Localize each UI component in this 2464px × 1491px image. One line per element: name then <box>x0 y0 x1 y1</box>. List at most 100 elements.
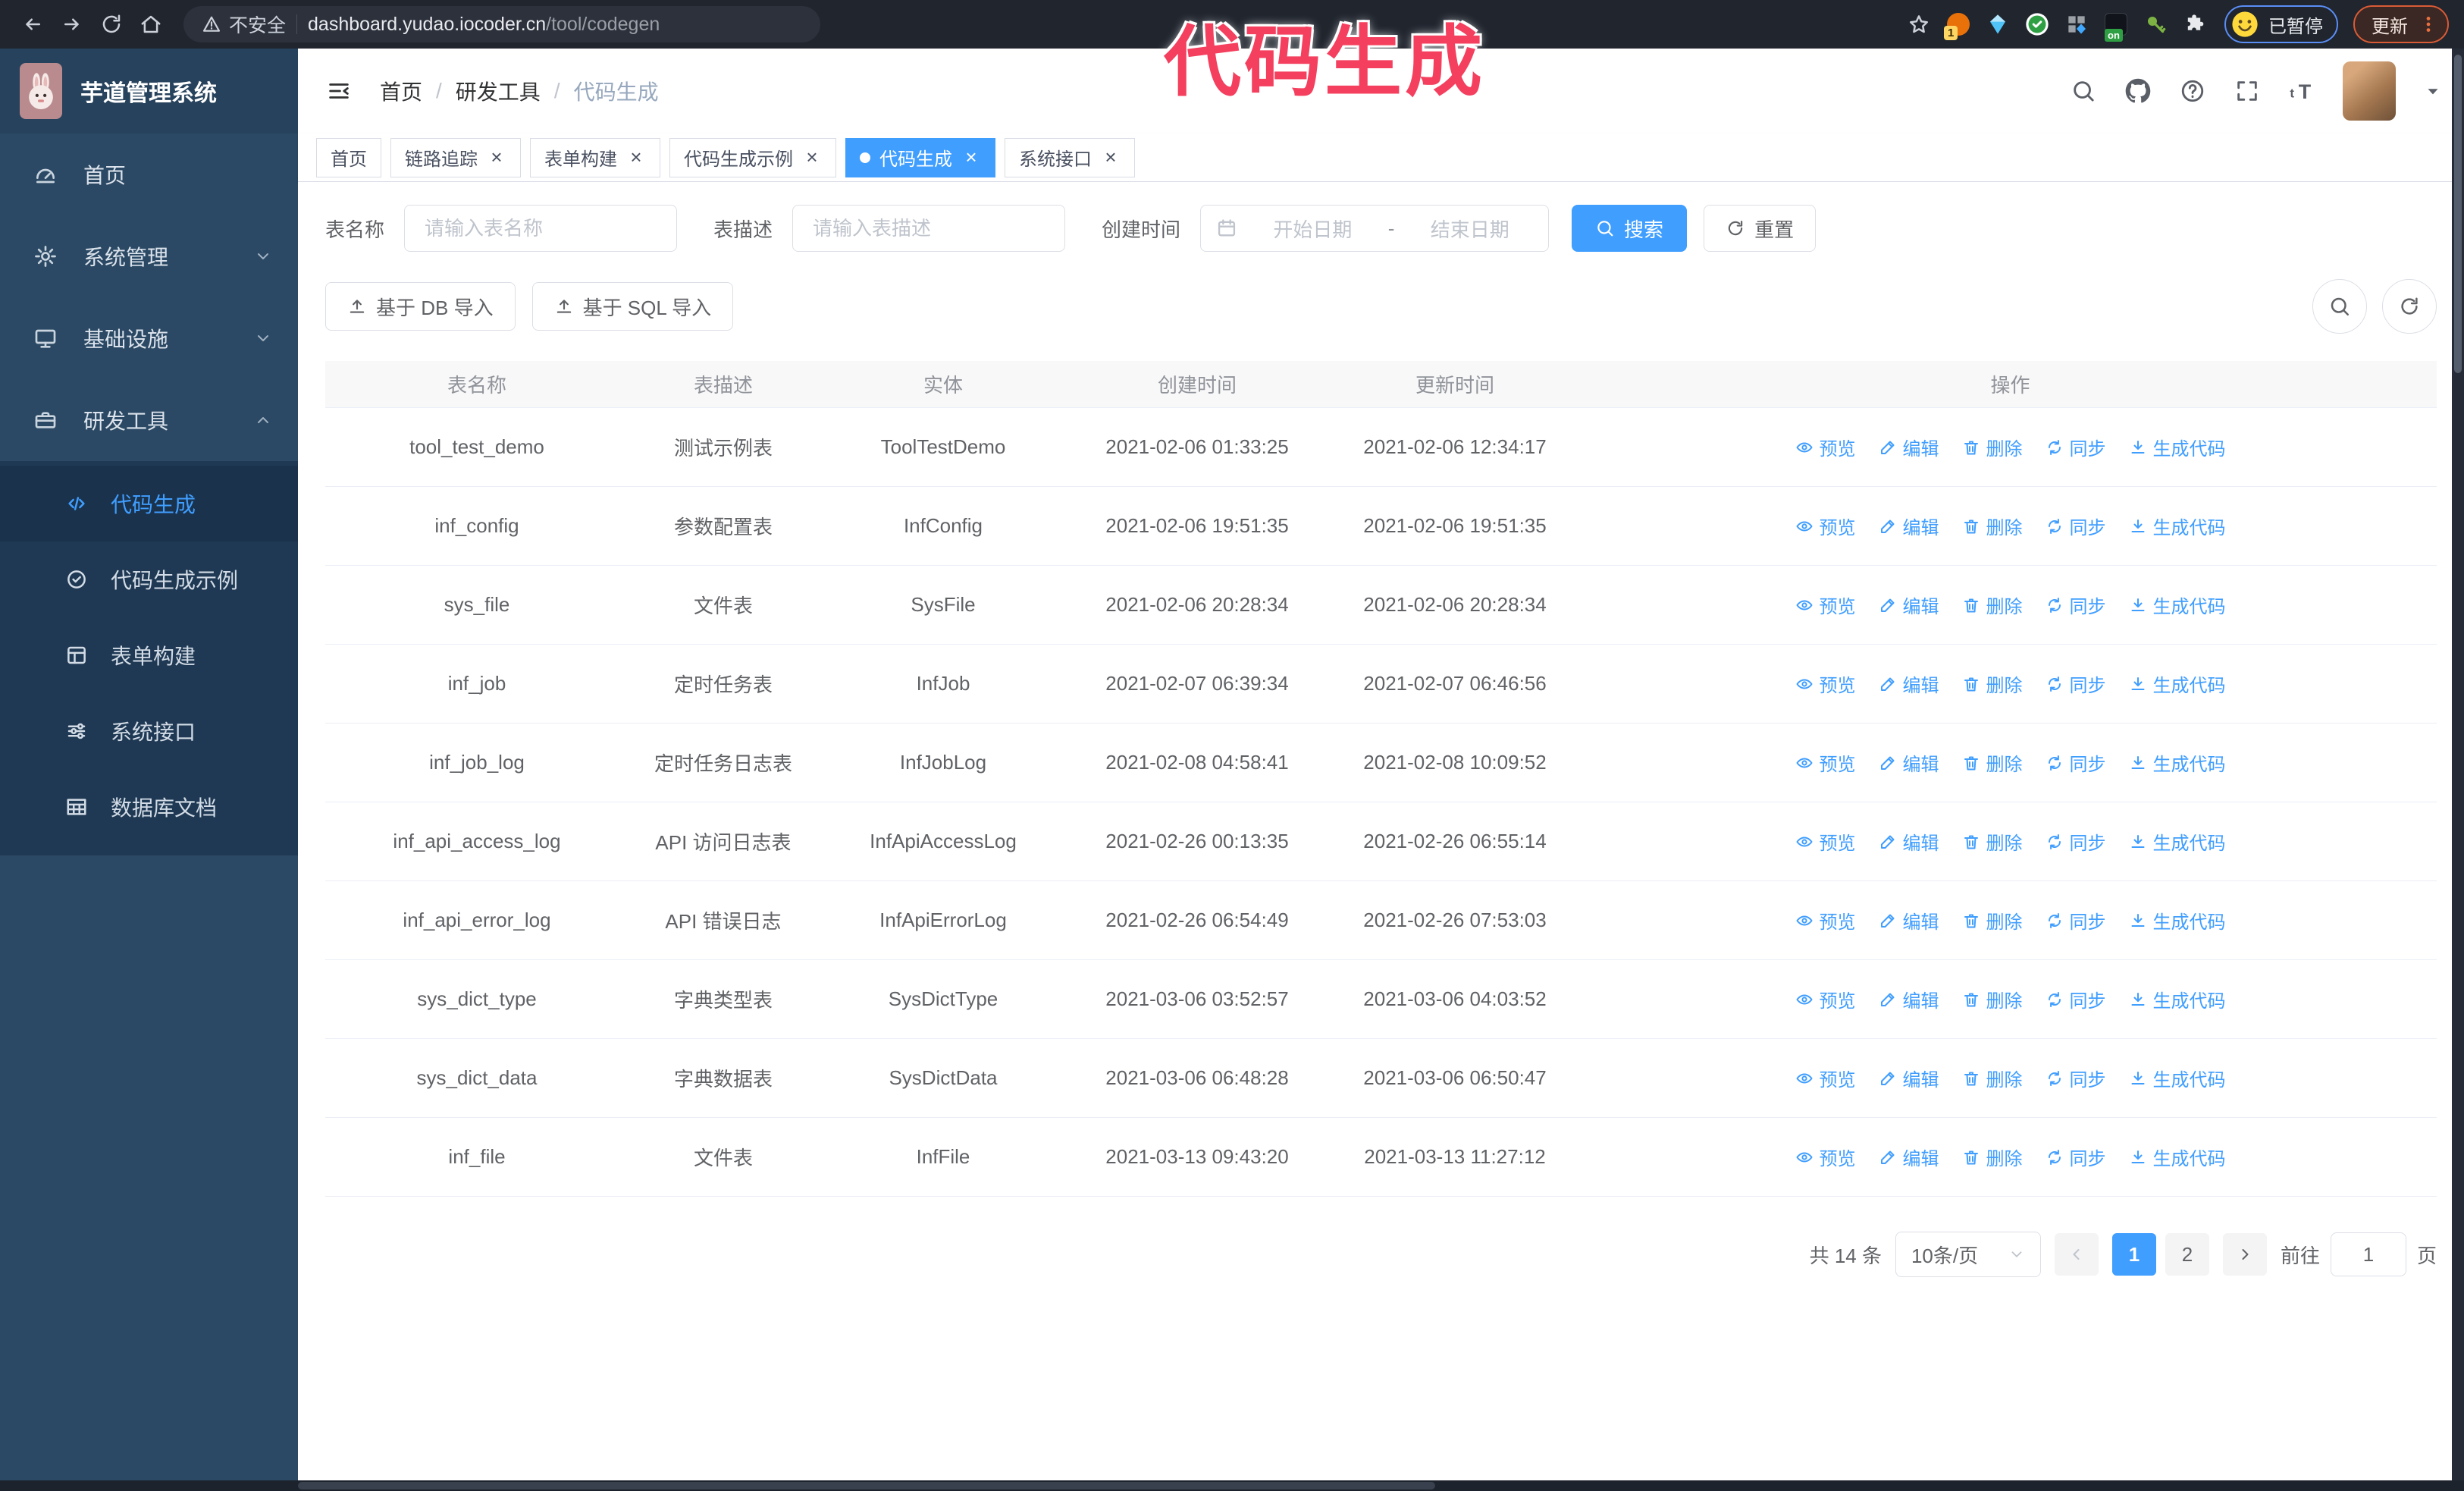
breadcrumb-item[interactable]: 研发工具 <box>456 76 541 106</box>
reload-icon[interactable] <box>94 7 129 42</box>
sidebar-subitem-4[interactable]: 数据库文档 <box>0 769 298 845</box>
breadcrumb-item[interactable]: 首页 <box>380 76 422 106</box>
extension-grid-icon[interactable] <box>2059 7 2094 42</box>
action-delete[interactable]: 删除 <box>1962 828 2023 855</box>
extension-dark-icon[interactable]: on <box>2099 7 2133 42</box>
page-size-select[interactable]: 10条/页 <box>1895 1232 2041 1277</box>
import-db-button[interactable]: 基于 DB 导入 <box>325 282 516 331</box>
horizontal-scrollbar[interactable] <box>0 1480 2464 1491</box>
action-eye[interactable]: 预览 <box>1795 670 1856 697</box>
action-download[interactable]: 生成代码 <box>2129 907 2226 934</box>
extension-orange-icon[interactable]: 1 <box>1941 7 1976 42</box>
action-sync[interactable]: 同步 <box>2045 907 2106 934</box>
sidebar-item-2[interactable]: 基础设施 <box>0 297 298 379</box>
action-download[interactable]: 生成代码 <box>2129 986 2226 1012</box>
action-download[interactable]: 生成代码 <box>2129 749 2226 776</box>
action-eye[interactable]: 预览 <box>1795 907 1856 934</box>
action-eye[interactable]: 预览 <box>1795 986 1856 1012</box>
action-edit[interactable]: 编辑 <box>1879 592 1939 618</box>
reset-button[interactable]: 重置 <box>1704 205 1817 252</box>
user-avatar[interactable] <box>2343 61 2396 121</box>
bookmark-star-icon[interactable] <box>1901 7 1936 42</box>
tab-1[interactable]: 链路追踪 × <box>390 137 521 177</box>
tab-0[interactable]: 首页 <box>316 137 381 177</box>
extensions-puzzle-icon[interactable] <box>2177 7 2212 42</box>
action-download[interactable]: 生成代码 <box>2129 1144 2226 1170</box>
vertical-scrollbar[interactable] <box>2452 49 2464 1480</box>
home-icon[interactable] <box>133 7 168 42</box>
tab-5[interactable]: 系统接口 × <box>1005 137 1135 177</box>
sidebar-item-3[interactable]: 研发工具 <box>0 379 298 461</box>
action-delete[interactable]: 删除 <box>1962 986 2023 1012</box>
tab-close-icon[interactable]: × <box>802 147 822 168</box>
action-edit[interactable]: 编辑 <box>1879 1065 1939 1091</box>
action-edit[interactable]: 编辑 <box>1879 828 1939 855</box>
sidebar-subitem-3[interactable]: 系统接口 <box>0 693 298 769</box>
page-button-1[interactable]: 1 <box>2111 1233 2156 1276</box>
goto-page-input[interactable] <box>2330 1232 2406 1276</box>
action-download[interactable]: 生成代码 <box>2129 434 2226 460</box>
action-edit[interactable]: 编辑 <box>1879 907 1939 934</box>
action-sync[interactable]: 同步 <box>2045 749 2106 776</box>
extension-gem-icon[interactable] <box>1980 7 2015 42</box>
action-download[interactable]: 生成代码 <box>2129 592 2226 618</box>
action-eye[interactable]: 预览 <box>1795 513 1856 539</box>
tab-2[interactable]: 表单构建 × <box>530 137 660 177</box>
action-delete[interactable]: 删除 <box>1962 513 2023 539</box>
action-sync[interactable]: 同步 <box>2045 1065 2106 1091</box>
action-eye[interactable]: 预览 <box>1795 749 1856 776</box>
action-delete[interactable]: 删除 <box>1962 1065 2023 1091</box>
action-sync[interactable]: 同步 <box>2045 592 2106 618</box>
tab-3[interactable]: 代码生成示例 × <box>669 137 836 177</box>
tab-close-icon[interactable]: × <box>1101 147 1121 168</box>
action-delete[interactable]: 删除 <box>1962 1144 2023 1170</box>
page-button-2[interactable]: 2 <box>2165 1233 2209 1276</box>
search-button[interactable]: 搜索 <box>1572 205 1688 252</box>
action-eye[interactable]: 预览 <box>1795 434 1856 460</box>
sidebar-item-1[interactable]: 系统管理 <box>0 215 298 297</box>
action-delete[interactable]: 删除 <box>1962 670 2023 697</box>
toggle-search-button[interactable] <box>2312 279 2367 334</box>
action-download[interactable]: 生成代码 <box>2129 513 2226 539</box>
github-icon[interactable] <box>2124 77 2152 105</box>
action-download[interactable]: 生成代码 <box>2129 828 2226 855</box>
action-edit[interactable]: 编辑 <box>1879 434 1939 460</box>
header-search-icon[interactable] <box>2070 77 2097 105</box>
browser-profile-chip[interactable]: 已暂停 <box>2224 5 2338 43</box>
prev-page-button[interactable] <box>2054 1233 2099 1276</box>
back-icon[interactable] <box>15 7 50 42</box>
extension-green-check-icon[interactable] <box>2020 7 2055 42</box>
action-sync[interactable]: 同步 <box>2045 1144 2106 1170</box>
refresh-table-button[interactable] <box>2382 279 2437 334</box>
action-edit[interactable]: 编辑 <box>1879 670 1939 697</box>
avatar-caret-down-icon[interactable] <box>2423 81 2443 101</box>
date-range-picker[interactable]: 开始日期 - 结束日期 <box>1200 205 1550 252</box>
action-eye[interactable]: 预览 <box>1795 1065 1856 1091</box>
table-desc-input[interactable] <box>792 205 1066 252</box>
font-size-icon[interactable]: tT <box>2288 77 2315 105</box>
action-download[interactable]: 生成代码 <box>2129 670 2226 697</box>
action-edit[interactable]: 编辑 <box>1879 749 1939 776</box>
sidebar-subitem-0[interactable]: 代码生成 <box>0 466 298 541</box>
action-delete[interactable]: 删除 <box>1962 749 2023 776</box>
action-delete[interactable]: 删除 <box>1962 592 2023 618</box>
action-delete[interactable]: 删除 <box>1962 434 2023 460</box>
action-sync[interactable]: 同步 <box>2045 513 2106 539</box>
scrollbar-thumb[interactable] <box>298 1482 1435 1489</box>
sidebar-subitem-2[interactable]: 表单构建 <box>0 617 298 693</box>
import-sql-button[interactable]: 基于 SQL 导入 <box>531 282 734 331</box>
sidebar-item-0[interactable]: 首页 <box>0 133 298 215</box>
sidebar-subitem-1[interactable]: 代码生成示例 <box>0 541 298 617</box>
action-eye[interactable]: 预览 <box>1795 592 1856 618</box>
help-icon[interactable] <box>2179 77 2206 105</box>
action-edit[interactable]: 编辑 <box>1879 513 1939 539</box>
action-eye[interactable]: 预览 <box>1795 828 1856 855</box>
action-sync[interactable]: 同步 <box>2045 434 2106 460</box>
action-download[interactable]: 生成代码 <box>2129 1065 2226 1091</box>
tab-4[interactable]: 代码生成 × <box>845 137 995 177</box>
extension-key-icon[interactable] <box>2138 7 2173 42</box>
forward-icon[interactable] <box>55 7 89 42</box>
tab-close-icon[interactable]: × <box>626 147 646 168</box>
action-eye[interactable]: 预览 <box>1795 1144 1856 1170</box>
action-delete[interactable]: 删除 <box>1962 907 2023 934</box>
